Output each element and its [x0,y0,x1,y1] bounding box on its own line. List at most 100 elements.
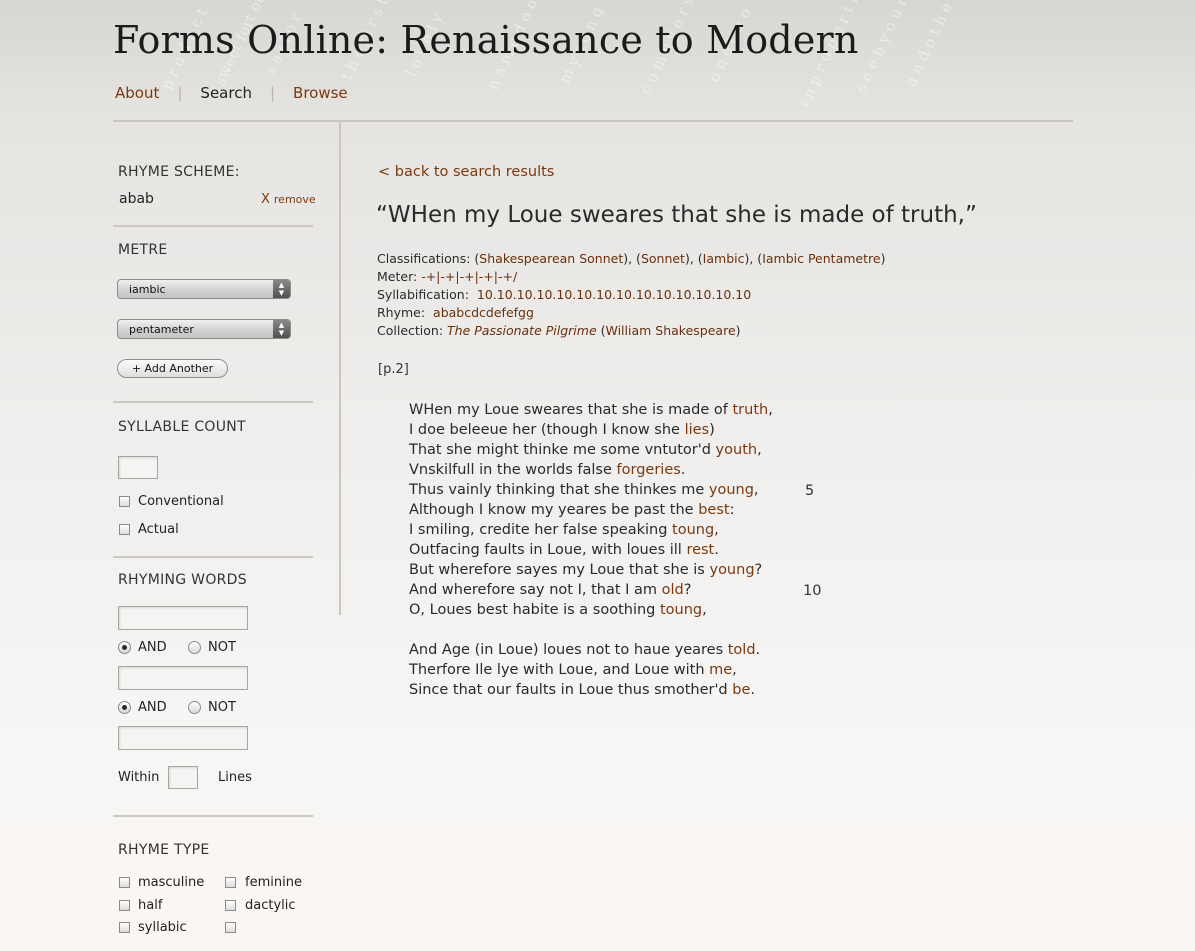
meter-row: Meter: -+|-+|-+|-+|-+/ [377,269,517,284]
classification-link[interactable]: Shakespearean Sonnet [479,251,623,266]
poem-line-punctuation: , [757,442,762,458]
rhyme-word: old [661,582,684,598]
rhyme-label: Rhyme: [377,305,426,320]
poem-line: Since that our faults in Loue thus smoth… [409,682,755,698]
masculine-label: masculine [138,875,205,890]
rhyme-word: truth [732,402,769,418]
syllabic-checkbox[interactable] [119,922,130,933]
poem-line: And Age (in Loue) loues not to haue year… [409,642,760,658]
collection-title-link[interactable]: The Passionate Pilgrime [447,323,597,338]
not-label-1: NOT [208,640,236,655]
within-label: Within [118,770,160,785]
and-radio-2[interactable] [118,701,131,714]
classifications-label: Classifications: [377,251,471,266]
metre-length-select[interactable]: pentameter ▲ ▼ [117,319,291,339]
rhyming-word-input-3[interactable] [118,726,248,750]
remove-label: remove [273,193,316,206]
actual-checkbox[interactable] [119,524,130,535]
poem-line-punctuation: . [750,682,755,698]
and-label-1: AND [138,640,167,655]
poem-line-text: Although I know my yeares be past the [409,502,699,518]
collection-author-link[interactable]: William Shakespeare [606,323,736,338]
poem-line-punctuation: , [768,402,773,418]
rhyme-scheme-value: abab [119,191,154,207]
metre-foot-select[interactable]: iambic ▲ ▼ [117,279,291,299]
poem-line: That she might thinke me some vntutor'd … [409,442,762,458]
lines-label: Lines [218,770,252,785]
and-label-2: AND [138,700,167,715]
rhyme-type-checkbox-6[interactable] [225,922,236,933]
poem-line-punctuation: , [753,482,759,498]
poem-line-punctuation: . [755,642,761,658]
poem-line-text: Therfore Ile lye with Loue, and Loue wit… [409,662,710,678]
half-checkbox[interactable] [119,900,130,911]
meter-link[interactable]: -+|-+|-+|-+|-+/ [421,269,517,284]
syllabification-link[interactable]: 10.10.10.10.10.10.10.10.10.10.10.10.10.1… [477,287,751,302]
metre-length-value: pentameter [129,323,194,336]
rhyme-word: toung [672,522,715,538]
masculine-checkbox[interactable] [119,877,130,888]
sidebar-divider [339,122,341,615]
sidebar-divider-line [113,815,313,817]
sidebar-divider-line [113,225,313,227]
poem-line-punctuation: ? [754,562,763,578]
not-radio-2[interactable] [188,701,201,714]
sidebar-divider-line [113,556,313,558]
rhyming-word-input-1[interactable] [118,606,248,630]
back-to-results-link[interactable]: < back to search results [378,164,554,180]
rhyme-row: Rhyme: ababcdcdefefgg [377,305,534,320]
feminine-checkbox[interactable] [225,877,236,888]
sidebar-divider-line [113,401,313,403]
poem-line-text: O, Loues best habite is a soothing [409,602,660,618]
poem-line-punctuation: , [702,602,707,618]
rhyme-word: forgeries [616,462,681,478]
add-another-button[interactable]: + Add Another [117,359,228,378]
poem-line-punctuation: , [714,522,719,538]
conventional-checkbox[interactable] [119,496,130,507]
remove-rhyme-scheme-button[interactable]: Xremove [261,192,316,207]
poem-line: Therfore Ile lye with Loue, and Loue wit… [409,662,737,678]
nav-separator: | [177,84,183,102]
syllabification-label: Syllabification: [377,287,469,302]
syllable-count-heading: SYLLABLE COUNT [118,419,246,435]
feminine-label: feminine [245,875,302,890]
rhyme-word: best [698,502,730,518]
rhyme-link[interactable]: ababcdcdefefgg [433,305,534,320]
poem-title: “WHen my Loue sweares that she is made o… [376,202,977,228]
dactylic-checkbox[interactable] [225,900,236,911]
poem-line: I doe beleeue her (though I know she lie… [409,422,715,438]
line-number: 5 [805,483,815,499]
not-label-2: NOT [208,700,236,715]
classification-link[interactable]: Iambic Pentametre [762,251,880,266]
rhyming-words-heading: RHYMING WORDS [118,572,247,588]
meter-label: Meter: [377,269,418,284]
rhyme-word: toung [660,602,703,618]
poem-line: And wherefore say not I, that I am old? [409,582,691,598]
poem-line-text: Vnskilfull in the worlds false [409,462,617,478]
actual-label: Actual [138,522,179,537]
not-radio-1[interactable] [188,641,201,654]
within-lines-input[interactable] [168,766,198,789]
nav-about[interactable]: About [115,84,159,102]
poem-line-punctuation: ) [709,422,715,438]
rhyme-word: young [709,562,755,578]
poem-line: Vnskilfull in the worlds false forgeries… [409,462,685,478]
conventional-label: Conventional [138,494,224,509]
rhyming-word-input-2[interactable] [118,666,248,690]
rhyme-word: young [708,482,754,498]
and-radio-1[interactable] [118,641,131,654]
classification-link[interactable]: Sonnet [641,251,685,266]
rhyme-type-heading: RHYME TYPE [118,842,210,858]
nav-search[interactable]: Search [200,84,252,102]
collection-row: Collection: The Passionate Pilgrime (Wil… [377,323,741,338]
page-marker: [p.2] [378,362,409,377]
poem-line-text: That she might thinke me some vntutor'd [409,442,716,458]
syllable-count-input[interactable] [118,456,158,479]
nav-separator: | [269,84,276,102]
rhyme-word: youth [715,442,758,458]
poem-line-punctuation: . [714,542,719,558]
nav-browse[interactable]: Browse [293,84,348,102]
poem-line-punctuation: , [732,662,737,678]
classification-link[interactable]: Iambic [703,251,745,266]
header-divider [113,120,1073,122]
